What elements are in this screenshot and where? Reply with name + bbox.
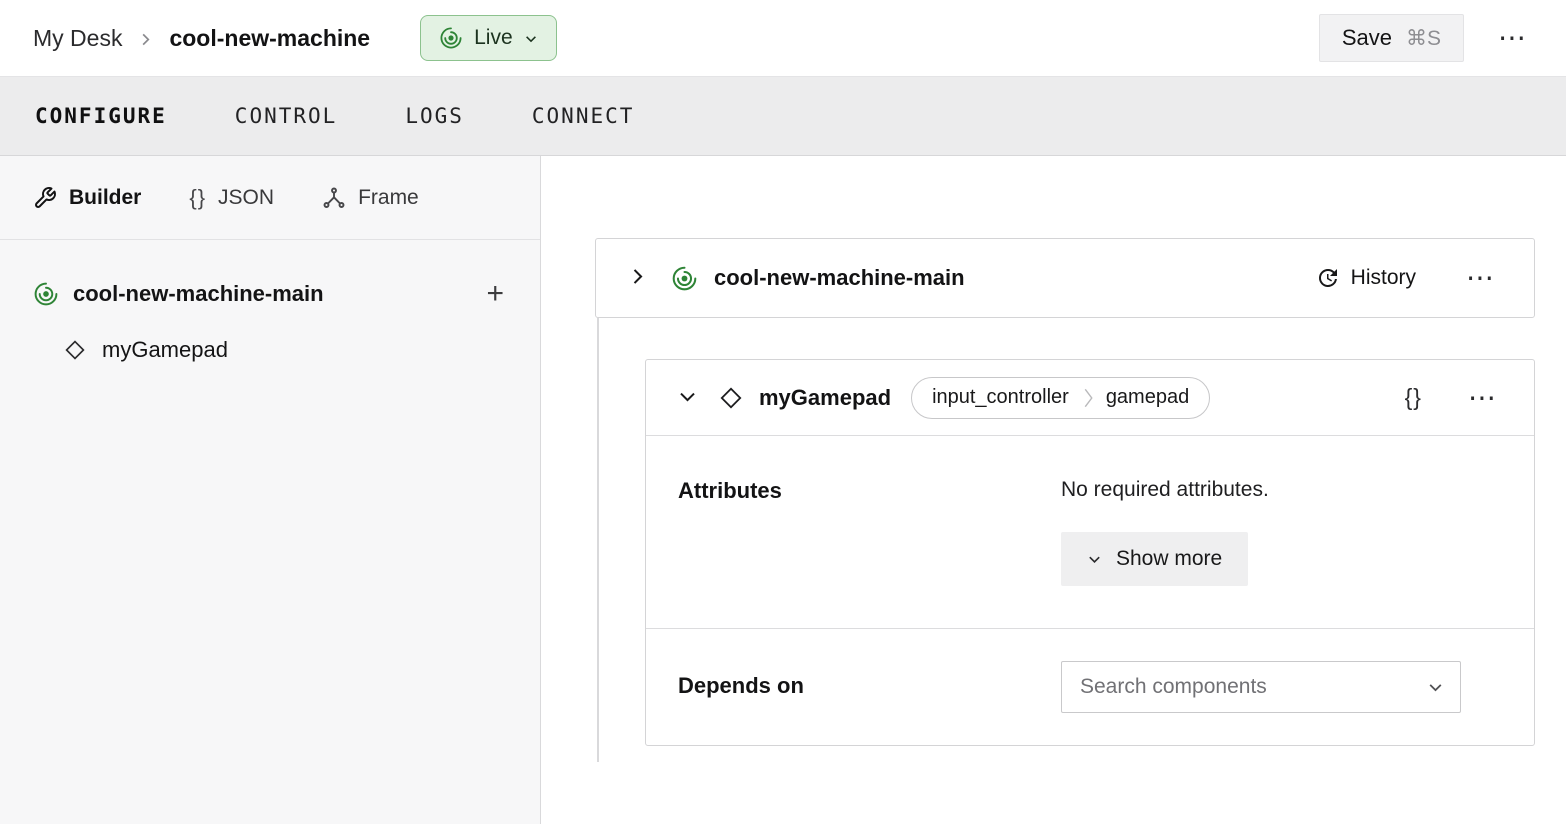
- content-area: Builder {} JSON Frame cool-new-machine-m…: [0, 156, 1566, 824]
- chevron-right-icon: [628, 267, 647, 289]
- tools-icon: [33, 186, 57, 210]
- depends-on-select[interactable]: Search components: [1061, 661, 1461, 713]
- frame-axes-icon: [322, 186, 346, 210]
- breadcrumb: My Desk cool-new-machine: [33, 25, 370, 52]
- breadcrumb-root[interactable]: My Desk: [33, 25, 122, 52]
- braces-icon: {}: [189, 185, 206, 211]
- ellipsis-icon: ⋯: [1466, 262, 1496, 293]
- chevron-down-icon: [1087, 552, 1102, 567]
- tab-logs[interactable]: LOGS: [403, 98, 466, 134]
- tree-component-name: myGamepad: [102, 337, 228, 363]
- chevron-down-icon: [678, 387, 697, 409]
- tree-machine-name: cool-new-machine-main: [73, 281, 324, 307]
- component-type-badge: input_controller gamepad: [911, 377, 1210, 419]
- chevron-right-icon: [138, 32, 153, 47]
- machine-card-title: cool-new-machine-main: [714, 265, 965, 291]
- tree-item-component[interactable]: myGamepad: [0, 322, 540, 378]
- live-label: Live: [474, 26, 513, 50]
- header-overflow-menu-button[interactable]: ⋯: [1490, 20, 1536, 56]
- primary-tabbar: CONFIGURE CONTROL LOGS CONNECT: [0, 77, 1566, 156]
- depends-on-placeholder: Search components: [1080, 675, 1267, 699]
- attributes-empty-text: No required attributes.: [1061, 476, 1506, 502]
- breadcrumb-current: cool-new-machine: [169, 25, 370, 52]
- add-component-button[interactable]: +: [480, 278, 510, 310]
- chevron-down-icon: [1427, 679, 1444, 696]
- tab-connect[interactable]: CONNECT: [530, 98, 637, 134]
- view-tabs: Builder {} JSON Frame: [0, 156, 540, 240]
- chevron-separator-icon: [1083, 385, 1094, 411]
- view-tab-json[interactable]: {} JSON: [189, 181, 274, 215]
- collapse-component-button[interactable]: [676, 385, 699, 411]
- diamond-icon: [719, 386, 743, 410]
- attributes-section: Attributes No required attributes. Show …: [646, 436, 1534, 628]
- history-button[interactable]: History: [1309, 265, 1422, 291]
- view-tab-frame[interactable]: Frame: [322, 182, 419, 214]
- tree-connector-line: [597, 318, 599, 762]
- tab-control[interactable]: CONTROL: [233, 98, 340, 134]
- component-card-title: myGamepad: [759, 385, 891, 411]
- view-tab-builder[interactable]: Builder: [33, 182, 141, 214]
- live-radio-icon: [439, 26, 463, 50]
- history-label: History: [1351, 266, 1416, 290]
- save-shortcut: ⌘S: [1406, 26, 1441, 51]
- depends-on-section: Depends on Search components: [646, 628, 1534, 745]
- tree-item-machine[interactable]: cool-new-machine-main +: [0, 266, 540, 322]
- component-card-header: myGamepad input_controller gamepad {} ⋯: [646, 360, 1534, 436]
- machine-tree: cool-new-machine-main + myGamepad: [0, 240, 540, 378]
- machine-card: cool-new-machine-main History ⋯: [595, 238, 1535, 318]
- main-panel: cool-new-machine-main History ⋯: [541, 156, 1566, 824]
- live-status-button[interactable]: Live: [420, 15, 557, 61]
- depends-on-label: Depends on: [678, 661, 1061, 713]
- view-tab-frame-label: Frame: [358, 186, 419, 210]
- view-tab-builder-label: Builder: [69, 186, 141, 210]
- component-type: input_controller: [912, 386, 1083, 409]
- tab-configure[interactable]: CONFIGURE: [33, 98, 169, 134]
- view-tab-json-label: JSON: [218, 186, 274, 210]
- show-more-button[interactable]: Show more: [1061, 532, 1248, 586]
- expand-machine-button[interactable]: [626, 265, 649, 291]
- machine-card-menu-button[interactable]: ⋯: [1458, 260, 1504, 296]
- chevron-down-icon: [524, 32, 538, 46]
- component-card: myGamepad input_controller gamepad {} ⋯ …: [645, 359, 1535, 746]
- component-model: gamepad: [1094, 386, 1209, 409]
- history-icon: [1315, 266, 1339, 290]
- save-button[interactable]: Save ⌘S: [1319, 14, 1464, 62]
- machine-radio-icon: [33, 281, 59, 307]
- component-json-button[interactable]: {}: [1397, 380, 1430, 415]
- sidebar: Builder {} JSON Frame cool-new-machine-m…: [0, 156, 541, 824]
- save-label: Save: [1342, 25, 1392, 51]
- diamond-icon: [64, 339, 86, 361]
- braces-icon: {}: [1405, 384, 1422, 410]
- ellipsis-icon: ⋯: [1498, 22, 1528, 53]
- ellipsis-icon: ⋯: [1468, 382, 1498, 413]
- top-header: My Desk cool-new-machine Live Save ⌘S ⋯: [0, 0, 1566, 77]
- machine-radio-icon: [671, 265, 698, 292]
- header-actions: Save ⌘S ⋯: [1319, 14, 1536, 62]
- attributes-label: Attributes: [678, 476, 1061, 586]
- show-more-label: Show more: [1116, 547, 1222, 571]
- component-menu-button[interactable]: ⋯: [1460, 380, 1506, 416]
